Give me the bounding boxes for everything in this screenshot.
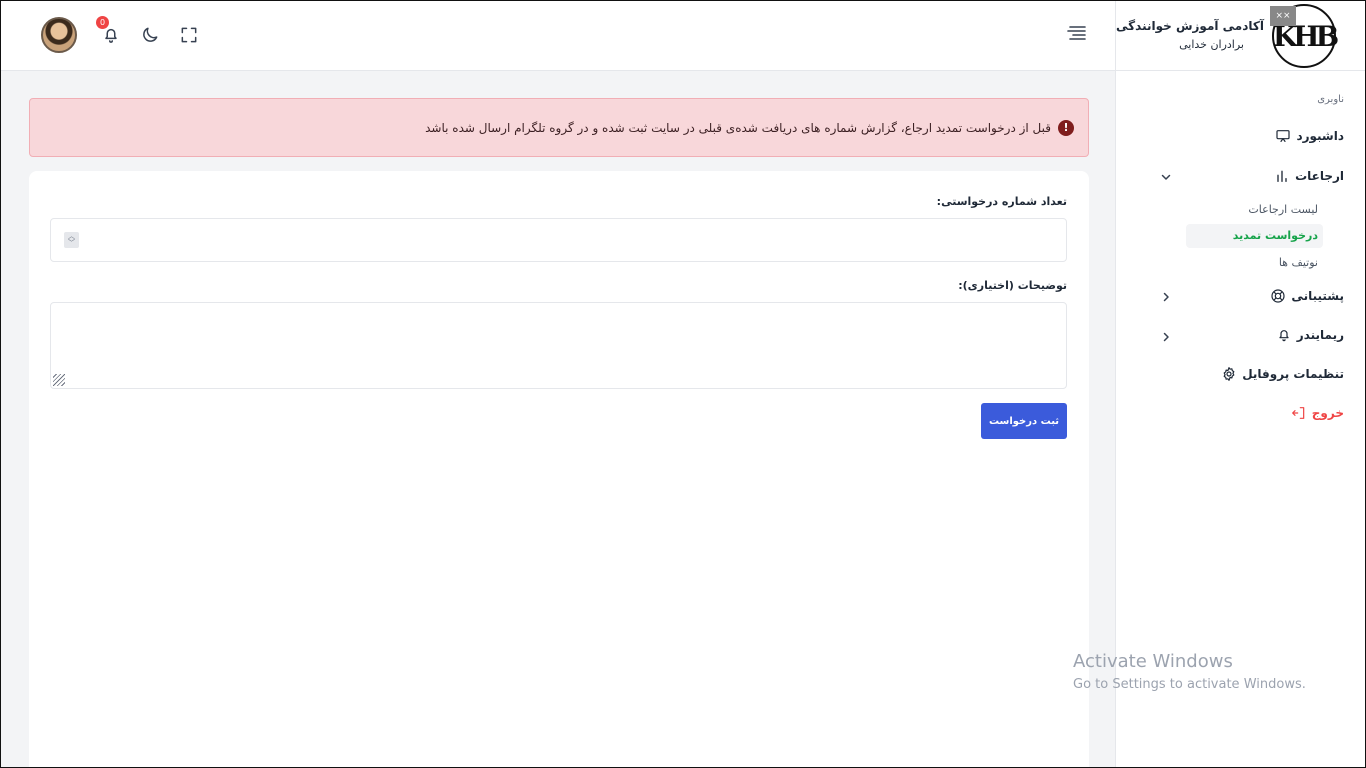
alert-text: قبل از درخواست تمدید ارجاع، گزارش شماره … (425, 120, 1051, 135)
nav-caption: ناوبری (1317, 94, 1344, 105)
bar-chart-icon (1277, 170, 1287, 182)
sidebar-item-reminder[interactable]: ریمایندر (1276, 323, 1344, 347)
menu-toggle-icon[interactable] (1067, 24, 1087, 42)
monitor-icon (1276, 130, 1291, 142)
sidebar-item-label: ارجاعات (1295, 169, 1344, 183)
count-input[interactable]: ︿ ﹀ (50, 218, 1067, 262)
exclamation-icon: ! (1058, 119, 1074, 136)
submit-request-button[interactable]: ثبت درخواست (981, 403, 1067, 439)
sidebar-subitem-referral-list[interactable]: لیست ارجاعات (1248, 203, 1318, 216)
chevron-down-icon: ﹀ (68, 239, 75, 247)
brand-header: ⨯⨯ KHB آکادمی آموزش خوانندگی برادران خدا… (1116, 0, 1366, 71)
sidebar-item-label: ریمایندر (1296, 328, 1344, 342)
user-avatar[interactable] (41, 17, 77, 53)
gear-icon (1223, 367, 1235, 381)
sidebar-item-logout[interactable]: خروج (1291, 401, 1344, 425)
dark-mode-moon-icon[interactable] (140, 25, 160, 45)
brand-title: آکادمی آموزش خوانندگی (1116, 19, 1264, 33)
sidebar-item-label: پشتیبانی (1291, 289, 1344, 303)
sidebar-item-label: تنظیمات پروفایل (1242, 367, 1344, 381)
sidebar-item-referrals[interactable]: ارجاعات (1274, 164, 1344, 188)
sidebar-subitem-renewal-request[interactable]: درخواست تمدید (1233, 229, 1318, 242)
sidebar-item-label: داشبورد (1296, 129, 1344, 143)
main-content: ! قبل از درخواست تمدید ارجاع، گزارش شمار… (0, 71, 1115, 768)
warning-alert: ! قبل از درخواست تمدید ارجاع، گزارش شمار… (29, 98, 1089, 157)
windows-activation-title: Activate Windows (1073, 651, 1233, 672)
count-label: تعداد شماره درخواستی: (936, 195, 1067, 208)
number-stepper[interactable]: ︿ ﹀ (64, 232, 79, 248)
notes-textarea[interactable] (50, 302, 1067, 389)
windows-activation-subtitle: Go to Settings to activate Windows. (1073, 677, 1306, 692)
sidebar-subitem-notifications[interactable]: نوتیف ها (1279, 256, 1318, 269)
notification-badge: 0 (96, 16, 109, 29)
top-header: 0 (0, 0, 1115, 71)
notes-label: توضیحات (اختیاری): (958, 279, 1067, 292)
sidebar-item-profile-settings[interactable]: تنظیمات پروفایل (1221, 362, 1344, 386)
sidebar-item-label: خروج (1311, 406, 1344, 420)
bell-icon (1279, 330, 1289, 342)
lifebuoy-icon (1271, 289, 1286, 303)
brand-logo[interactable]: ⨯⨯ KHB (1270, 4, 1339, 68)
sidebar-item-dashboard[interactable]: داشبورد (1275, 124, 1344, 148)
resize-handle-icon[interactable] (53, 374, 65, 386)
brand-subtitle: برادران خدایی (1179, 38, 1244, 51)
chevron-left-icon[interactable] (1160, 291, 1172, 303)
chevron-left-icon[interactable] (1160, 331, 1172, 343)
logout-icon (1291, 407, 1305, 419)
logo-badge: ⨯⨯ (1270, 6, 1296, 26)
renewal-request-form: تعداد شماره درخواستی: ︿ ﹀ توضیحات (اختیا… (29, 171, 1089, 768)
sidebar-item-support[interactable]: پشتیبانی (1270, 284, 1344, 308)
chevron-down-icon[interactable] (1160, 171, 1172, 183)
fullscreen-icon[interactable] (179, 25, 199, 45)
